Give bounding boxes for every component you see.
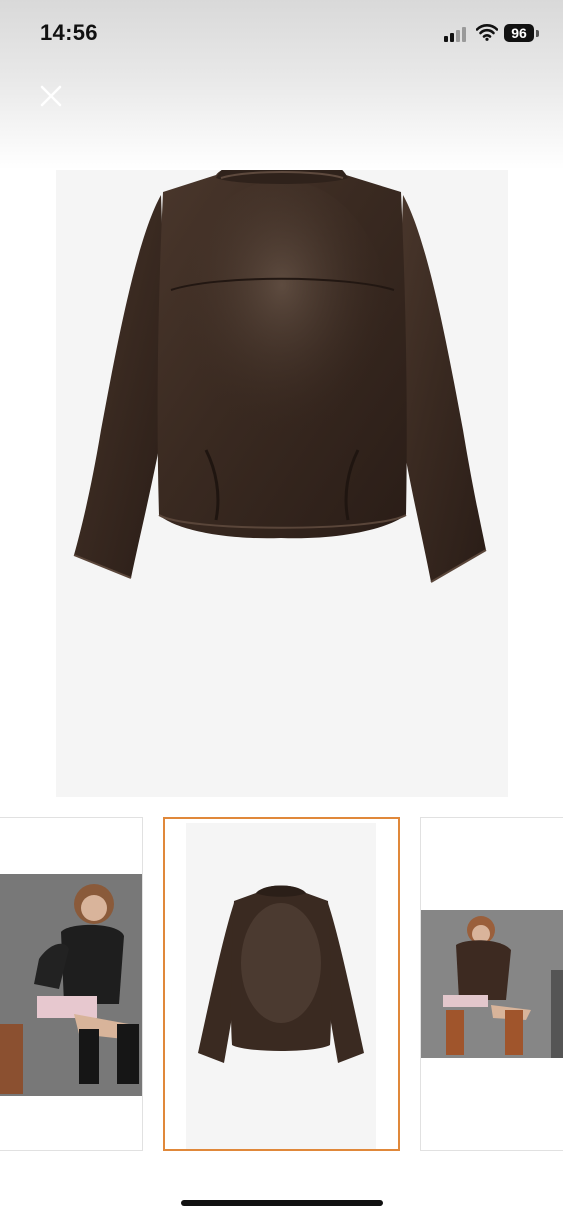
battery-icon: 96 bbox=[504, 24, 534, 42]
home-indicator[interactable] bbox=[181, 1200, 383, 1206]
main-product-image[interactable] bbox=[56, 100, 508, 797]
jacket-back-thumbnail bbox=[198, 885, 364, 1063]
thumbnail-1[interactable] bbox=[0, 817, 143, 1151]
wifi-icon bbox=[476, 24, 498, 41]
jacket-back-illustration bbox=[73, 152, 487, 583]
model-brown-jacket-illustration bbox=[421, 910, 563, 1058]
thumbnail-3[interactable] bbox=[420, 817, 563, 1151]
signal-icon bbox=[444, 26, 470, 42]
status-time: 14:56 bbox=[40, 20, 98, 45]
close-button[interactable] bbox=[34, 80, 68, 114]
close-icon bbox=[40, 85, 62, 107]
thumbnail-2-photo bbox=[186, 823, 376, 1149]
battery-tip bbox=[536, 30, 539, 37]
model-seated-illustration bbox=[0, 874, 142, 1096]
thumbnail-3-photo bbox=[421, 910, 563, 1058]
thumbnail-1-photo bbox=[0, 874, 142, 1096]
status-bar: 14:56 96 bbox=[0, 0, 563, 64]
thumbnail-2[interactable] bbox=[163, 817, 400, 1151]
